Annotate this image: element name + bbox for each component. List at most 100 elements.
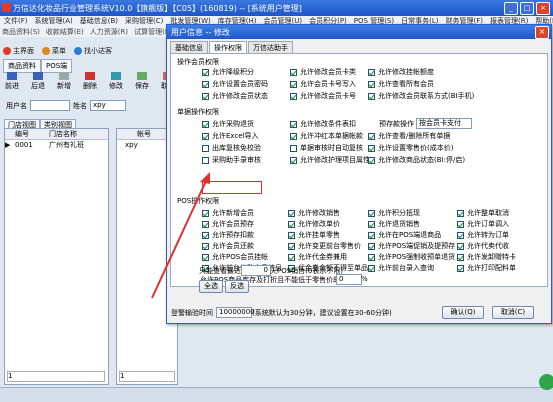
permission-checkbox[interactable]: 允许前台录入查询	[368, 263, 434, 273]
col-store-name[interactable]: 门店名称	[49, 129, 108, 139]
permission-checkbox[interactable]: 允许发卸赠特卡	[457, 252, 516, 262]
prepay-select[interactable]: 按会员卡支付	[416, 118, 472, 129]
permission-checkbox[interactable]: 采购助手录审核	[202, 155, 261, 165]
permission-checkbox[interactable]: 允许在POS端退商品	[368, 230, 441, 240]
permission-checkbox[interactable]: 允许设置会员密码	[202, 79, 268, 89]
permission-checkbox[interactable]: 允许修改会员状态	[202, 91, 268, 101]
ok-button[interactable]: 确认(Q)	[442, 306, 484, 319]
tab-goods[interactable]: 商品资料	[3, 59, 41, 73]
checkbox-box[interactable]	[368, 209, 375, 217]
checkbox-box[interactable]	[368, 156, 375, 164]
checkbox-box[interactable]	[288, 253, 295, 261]
checkbox-box[interactable]	[368, 80, 375, 88]
menu-purchase[interactable]: 采购管理(C)	[125, 17, 163, 25]
checkbox-box[interactable]	[457, 242, 464, 250]
checkbox-box[interactable]	[202, 92, 209, 100]
permission-checkbox[interactable]: 允许修改条件表扣	[290, 119, 356, 129]
checkbox-box[interactable]	[290, 80, 297, 88]
table-row[interactable]: ▶ 0001 广州有礼班	[5, 140, 108, 150]
checkbox-box[interactable]	[368, 253, 375, 261]
permission-checkbox[interactable]: 允许会员预存	[202, 219, 254, 229]
checkbox-box[interactable]	[368, 242, 375, 250]
checkbox-box[interactable]	[202, 209, 209, 217]
permission-checkbox[interactable]: 允许预存扣款	[202, 230, 254, 240]
permission-checkbox[interactable]: 允许订单调入	[457, 219, 509, 229]
permission-checkbox[interactable]: 允许POS会员挂帐	[202, 252, 268, 262]
checkbox-box[interactable]	[202, 132, 209, 140]
permission-checkbox[interactable]: 允许查看所有会员	[368, 79, 434, 89]
checkbox-box[interactable]	[288, 220, 295, 228]
checkbox-box[interactable]	[202, 231, 209, 239]
permission-checkbox[interactable]: 允许修改挂帐额度	[368, 67, 434, 77]
permission-checkbox[interactable]: 允许转为订单	[457, 230, 509, 240]
checkbox-box[interactable]	[368, 220, 375, 228]
permission-checkbox[interactable]: 允许POS端促销及提预存	[368, 241, 455, 251]
permission-checkbox[interactable]: 允许修改销售	[288, 208, 340, 218]
dialog-close-button[interactable]: ×	[535, 26, 549, 39]
checkbox-box[interactable]	[202, 253, 209, 261]
checkbox-box[interactable]	[290, 68, 297, 76]
checkbox-box[interactable]	[202, 68, 209, 76]
checkbox-box[interactable]	[457, 209, 464, 217]
permission-checkbox[interactable]: 允许整单取消	[457, 208, 509, 218]
save-button[interactable]: 保存	[133, 72, 151, 91]
permission-checkbox[interactable]: 允许积分抵现	[368, 208, 420, 218]
checkbox-box[interactable]	[288, 231, 295, 239]
permission-checkbox[interactable]: 允许修改会员联系方式(BI手机)	[368, 91, 474, 101]
permission-checkbox[interactable]: 允许会员还款	[202, 241, 254, 251]
permission-checkbox[interactable]: 允许冲红本单据帐款	[290, 131, 363, 141]
home-button[interactable]: 主界面	[3, 46, 34, 56]
checkbox-box[interactable]	[368, 92, 375, 100]
checkbox-box[interactable]	[202, 80, 209, 88]
add-button[interactable]: 新增	[55, 72, 73, 91]
menu2-item[interactable]: 人力资源(R)	[90, 28, 128, 36]
checkbox-box[interactable]	[368, 144, 375, 152]
permission-checkbox[interactable]: 允许打印配料单	[457, 263, 516, 273]
menu2-item[interactable]: 收款结算(E)	[46, 28, 84, 36]
permission-checkbox[interactable]: 允许代金券兼用	[288, 252, 347, 262]
permission-checkbox[interactable]: 允许会员卡号写入	[290, 79, 356, 89]
menu2-item[interactable]: 商品资料(S)	[2, 28, 40, 36]
permission-checkbox[interactable]: 允许Excel导入	[202, 131, 259, 141]
checkbox-box[interactable]	[290, 120, 297, 128]
checkbox-box[interactable]	[457, 220, 464, 228]
checkbox-box[interactable]	[290, 144, 297, 152]
close-button[interactable]: ×	[536, 2, 550, 15]
delete-button[interactable]: 删除	[81, 72, 99, 91]
edit-button[interactable]: 修改	[107, 72, 125, 91]
permission-checkbox[interactable]: 允许修改单价	[288, 219, 340, 229]
tab-pos[interactable]: POS端	[41, 59, 73, 73]
menu-basic[interactable]: 基础信息(B)	[80, 17, 118, 25]
timeout-input[interactable]: 10000000	[216, 307, 255, 318]
checkbox-box[interactable]	[290, 156, 297, 164]
menu-button[interactable]: 菜单	[42, 46, 66, 56]
checkbox-box[interactable]	[288, 209, 295, 217]
permission-checkbox[interactable]: 出库复核免校验	[202, 143, 261, 153]
cancel-dialog-button[interactable]: 取消(C)	[492, 306, 534, 319]
permission-checkbox[interactable]: 允许设置零售价(成本价)	[368, 143, 453, 153]
menu-file[interactable]: 文件(F)	[4, 17, 28, 25]
permission-checkbox[interactable]: 允许修改护理项目属性	[290, 155, 370, 165]
checkbox-box[interactable]	[202, 120, 209, 128]
checkbox-box[interactable]	[202, 242, 209, 250]
checkbox-box[interactable]	[290, 132, 297, 140]
checkbox-box[interactable]	[202, 220, 209, 228]
permission-checkbox[interactable]: 允许修改会员卡号	[290, 91, 356, 101]
assistant-icon[interactable]	[539, 374, 553, 390]
checkbox-box[interactable]	[368, 132, 375, 140]
select-all-button[interactable]: 全选	[199, 280, 223, 293]
checkbox-box[interactable]	[368, 264, 375, 272]
permission-checkbox[interactable]: 允许查看/删除所有单据	[368, 131, 450, 141]
permission-checkbox[interactable]: 允许降级积分	[202, 67, 254, 77]
permission-checkbox[interactable]: 允许代卖代收	[457, 241, 509, 251]
recent-days-input[interactable]: 0	[241, 265, 271, 276]
menu-system[interactable]: 系统管理(A)	[35, 17, 73, 25]
name-input[interactable]: xpy	[90, 100, 126, 111]
permission-checkbox[interactable]: 允许变更前台零售价	[288, 241, 361, 251]
back-button[interactable]: 后退	[29, 72, 47, 91]
checkbox-box[interactable]	[457, 253, 464, 261]
checkbox-box[interactable]	[202, 144, 209, 152]
user-input[interactable]	[30, 100, 70, 111]
forward-button[interactable]: 前进	[3, 72, 21, 91]
permission-checkbox[interactable]: 允许退货销售	[368, 219, 420, 229]
